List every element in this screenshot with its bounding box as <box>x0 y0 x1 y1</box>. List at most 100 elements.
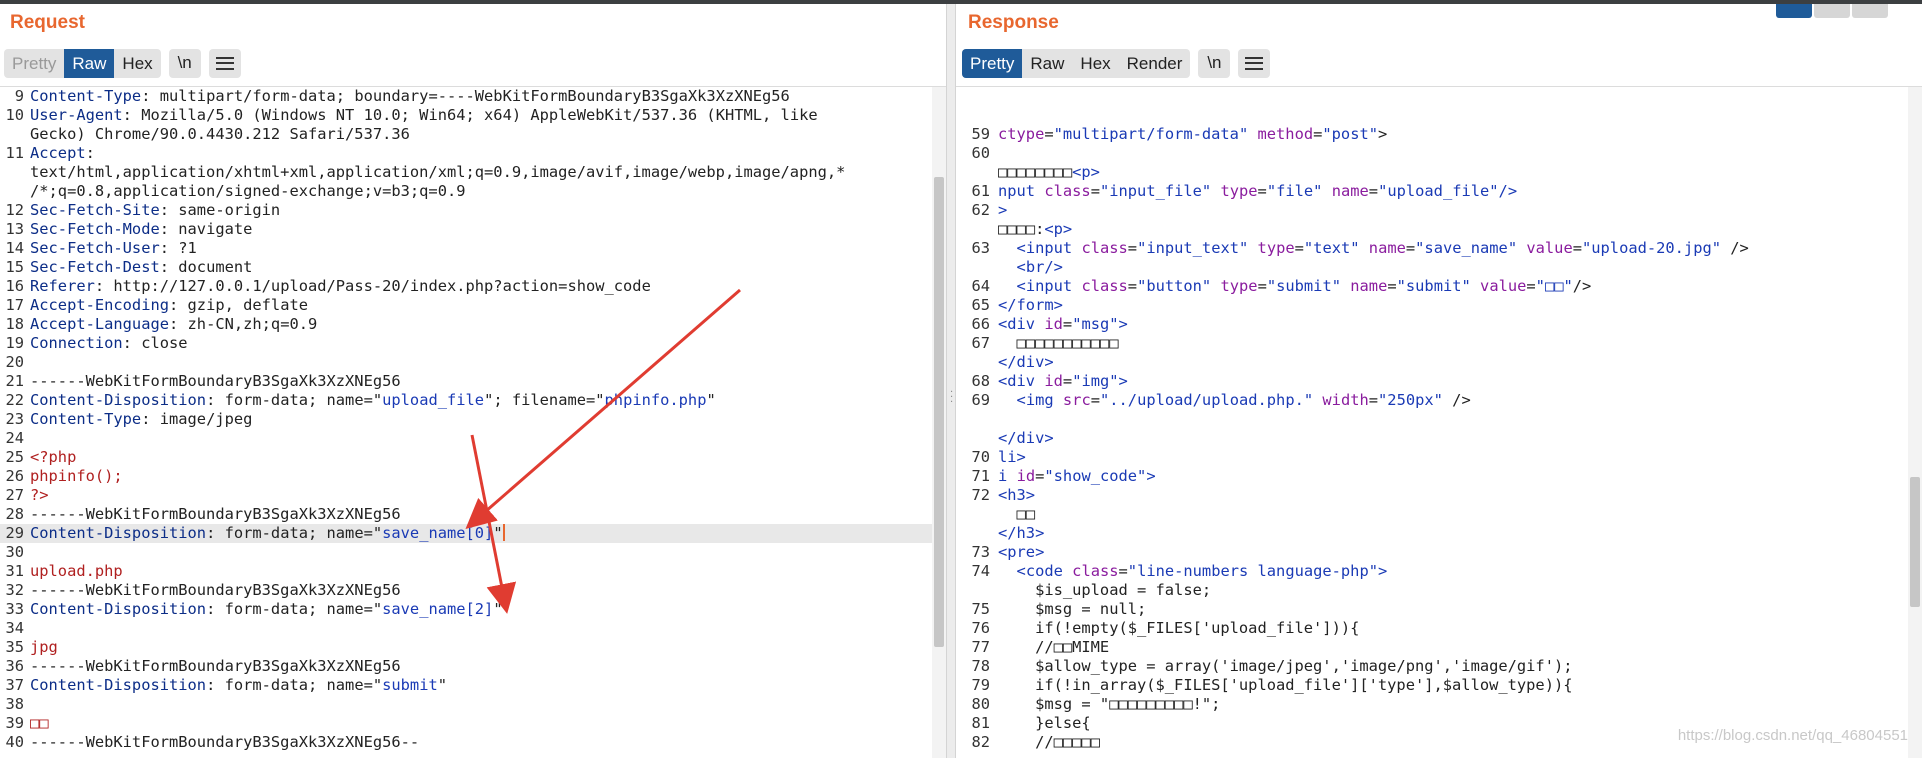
response-scrollbar[interactable] <box>1908 87 1922 758</box>
response-menu-button[interactable] <box>1238 48 1271 78</box>
code-token: i <box>998 467 1008 485</box>
code-line[interactable]: 15 Sec-Fetch-Dest: document <box>0 258 932 277</box>
response-tab-pretty[interactable]: Pretty <box>962 48 1023 78</box>
code-line[interactable]: 70 li> <box>956 448 1908 467</box>
code-line[interactable]: 11 Accept: <box>0 144 932 163</box>
response-newline-toggle[interactable]: \n <box>1198 48 1231 78</box>
code-line[interactable]: 29 Content-Disposition: form-data; name="… <box>0 524 932 543</box>
code-line[interactable]: text/html,application/xhtml+xml,applicat… <box>0 163 932 182</box>
code-line[interactable]: 63 <input class="input_text" type="text"… <box>956 239 1908 258</box>
code-line[interactable]: 21 ------WebKitFormBoundaryB3SgaXk3XzXNEg… <box>0 372 932 391</box>
code-line[interactable]: 59 ctype="multipart/form-data" method="po… <box>956 125 1908 144</box>
code-line[interactable]: /*;q=0.8,application/signed-exchange;v=b… <box>0 182 932 201</box>
code-line[interactable]: </div> <box>956 353 1908 372</box>
code-line[interactable]: 36 ------WebKitFormBoundaryB3SgaXk3XzXNEg… <box>0 657 932 676</box>
code-line[interactable]: 30 <box>0 543 932 562</box>
code-line[interactable]: 17 Accept-Encoding: gzip, deflate <box>0 296 932 315</box>
code-line[interactable]: 12 Sec-Fetch-Site: same-origin <box>0 201 932 220</box>
code-line[interactable]: 33 Content-Disposition: form-data; name="… <box>0 600 932 619</box>
code-line[interactable]: Gecko) Chrome/90.0.4430.212 Safari/537.3… <box>0 125 932 144</box>
code-line[interactable]: $is_upload = false; <box>956 581 1908 600</box>
code-line[interactable]: 74 <code class="line-numbers language-ph… <box>956 562 1908 581</box>
request-scrollbar-thumb[interactable] <box>934 177 944 647</box>
code-line[interactable]: 38 <box>0 695 932 714</box>
code-line[interactable]: 37 Content-Disposition: form-data; name="… <box>0 676 932 695</box>
code-line[interactable]: 20 <box>0 353 932 372</box>
layout-top-bottom-icon[interactable] <box>1814 4 1850 18</box>
code-line[interactable]: 18 Accept-Language: zh-CN,zh;q=0.9 <box>0 315 932 334</box>
hamburger-menu-icon <box>1245 56 1264 70</box>
response-tab-render[interactable]: Render <box>1119 49 1191 78</box>
code-line[interactable]: 26 phpinfo(); <box>0 467 932 486</box>
code-line[interactable]: 64 <input class="button" type="submit" n… <box>956 277 1908 296</box>
code-line[interactable]: 24 <box>0 429 932 448</box>
code-line[interactable]: 61 nput class="input_file" type="file" na… <box>956 182 1908 201</box>
code-line[interactable]: □□ <box>956 505 1908 524</box>
request-editor[interactable]: 9 Content-Type: multipart/form-data; boun… <box>0 86 946 758</box>
code-line[interactable]: 68 <div id="img"> <box>956 372 1908 391</box>
code-token: □□□□□□□□□□□ <box>998 334 1119 352</box>
code-line[interactable]: □□□□:<p> <box>956 220 1908 239</box>
code-token: "../upload/upload.php." <box>1100 391 1314 409</box>
code-token: = <box>1118 562 1128 580</box>
request-newline-toggle[interactable]: \n <box>168 48 201 78</box>
code-line[interactable]: 65 </form> <box>956 296 1908 315</box>
code-line[interactable]: 77 //□□MIME <box>956 638 1908 657</box>
code-line[interactable]: 19 Connection: close <box>0 334 932 353</box>
code-line[interactable]: </h3> <box>956 524 1908 543</box>
code-line[interactable]: 23 Content-Type: image/jpeg <box>0 410 932 429</box>
code-token: " <box>493 600 503 618</box>
request-tab-pretty[interactable]: Pretty <box>4 49 64 78</box>
code-line[interactable] <box>956 87 1908 106</box>
code-line[interactable]: 9 Content-Type: multipart/form-data; boun… <box>0 87 932 106</box>
code-line[interactable] <box>956 410 1908 429</box>
layout-tabs-icon[interactable] <box>1852 4 1888 18</box>
code-line[interactable]: 60 <box>956 144 1908 163</box>
code-line[interactable]: 14 Sec-Fetch-User: ?1 <box>0 239 932 258</box>
code-line[interactable]: 31 upload.php <box>0 562 932 581</box>
code-line[interactable]: 66 <div id="msg"> <box>956 315 1908 334</box>
code-token: li> <box>998 448 1026 466</box>
code-line[interactable]: 10 User-Agent: Mozilla/5.0 (Windows NT 10… <box>0 106 932 125</box>
code-line[interactable]: 76 if(!empty($_FILES['upload_file'])){ <box>956 619 1908 638</box>
code-line[interactable]: 67 □□□□□□□□□□□ <box>956 334 1908 353</box>
code-line[interactable]: 79 if(!in_array($_FILES['upload_file']['… <box>956 676 1908 695</box>
code-line[interactable]: 40 ------WebKitFormBoundaryB3SgaXk3XzXNEg… <box>0 733 932 752</box>
code-line[interactable]: 27 ?> <box>0 486 932 505</box>
code-line[interactable]: </div> <box>956 429 1908 448</box>
code-line[interactable]: 39 □□ <box>0 714 932 733</box>
code-line[interactable]: 13 Sec-Fetch-Mode: navigate <box>0 220 932 239</box>
request-tab-raw[interactable]: Raw <box>64 48 115 78</box>
pane-splitter[interactable]: · · · <box>946 4 956 758</box>
code-line[interactable]: 22 Content-Disposition: form-data; name="… <box>0 391 932 410</box>
code-line[interactable]: 62 > <box>956 201 1908 220</box>
response-editor[interactable]: 59 ctype="multipart/form-data" method="po… <box>956 86 1922 758</box>
code-line[interactable]: 73 <pre> <box>956 543 1908 562</box>
code-line[interactable]: 16 Referer: http://127.0.0.1/upload/Pass-… <box>0 277 932 296</box>
code-line[interactable]: 69 <img src="../upload/upload.php." widt… <box>956 391 1908 410</box>
code-line[interactable]: 25 <?php <box>0 448 932 467</box>
request-menu-button[interactable] <box>208 48 241 78</box>
code-line[interactable]: 71 i id="show_code"> <box>956 467 1908 486</box>
request-scrollbar[interactable] <box>932 87 946 758</box>
code-line[interactable]: 75 $msg = null; <box>956 600 1908 619</box>
layout-side-by-side-icon[interactable] <box>1776 4 1812 18</box>
response-tab-raw[interactable]: Raw <box>1022 49 1072 78</box>
code-line[interactable]: □□□□□□□□<p> <box>956 163 1908 182</box>
code-line[interactable]: 34 <box>0 619 932 638</box>
code-line[interactable]: 32 ------WebKitFormBoundaryB3SgaXk3XzXNEg… <box>0 581 932 600</box>
response-scrollbar-thumb[interactable] <box>1910 477 1920 607</box>
code-line[interactable]: 28 ------WebKitFormBoundaryB3SgaXk3XzXNEg… <box>0 505 932 524</box>
watermark: https://blog.csdn.net/qq_46804551 <box>1677 727 1908 744</box>
code-line[interactable]: 35 jpg <box>0 638 932 657</box>
code-line[interactable]: 78 $allow_type = array('image/jpeg','ima… <box>956 657 1908 676</box>
code-line[interactable]: <br/> <box>956 258 1908 277</box>
code-token: = <box>1257 277 1267 295</box>
code-token: Content-Disposition <box>30 524 207 542</box>
code-line[interactable]: 80 $msg = "□□□□□□□□□!"; <box>956 695 1908 714</box>
code-line[interactable]: 72 <h3> <box>956 486 1908 505</box>
response-tab-hex[interactable]: Hex <box>1072 49 1118 78</box>
request-tab-hex[interactable]: Hex <box>114 49 160 78</box>
code-line[interactable] <box>956 106 1908 125</box>
